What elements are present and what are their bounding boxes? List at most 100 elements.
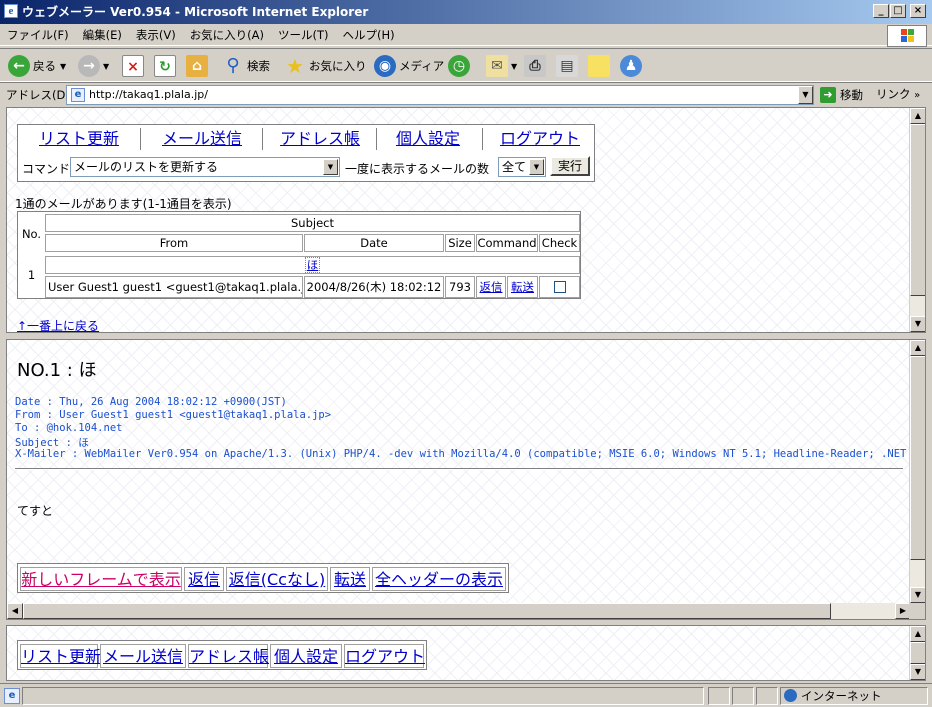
subject-link[interactable]: ほ (304, 257, 321, 273)
row-forward-cell: 転送 (507, 276, 538, 298)
zone-label: インターネット (801, 689, 882, 703)
close-button[interactable]: × (910, 4, 926, 18)
back-to-top-link[interactable]: ↑一番上に戻る (17, 317, 99, 332)
ie-logo-icon: e (4, 4, 18, 18)
new-frame-link[interactable]: 新しいフレームで表示 (20, 567, 182, 591)
scroll-thumb[interactable] (910, 356, 925, 560)
reply-nocc-link[interactable]: 返信(Ccなし) (226, 567, 328, 591)
command-select[interactable]: メールのリストを更新する ▼ (70, 157, 340, 177)
forward-arrow-icon: → (78, 55, 100, 77)
nav-settings-link[interactable]: 個人設定 (382, 128, 474, 150)
command-label: コマンド (22, 162, 71, 176)
nav-settings-link[interactable]: 個人設定 (270, 644, 342, 668)
address-dropdown-icon[interactable]: ▼ (798, 86, 813, 104)
page-status-icon: e (4, 688, 20, 704)
all-headers-link[interactable]: 全ヘッダーの表示 (372, 567, 506, 591)
refresh-button[interactable]: ↻ (154, 53, 179, 79)
print-button[interactable]: ⎙ (524, 53, 549, 79)
favorites-button[interactable]: ★ お気に入り (284, 53, 367, 79)
status-text-panel (22, 687, 704, 705)
globe-icon (784, 689, 797, 702)
nav-logout-link[interactable]: ログアウト (488, 128, 592, 150)
back-label: 戻る (33, 59, 56, 73)
scroll-thumb[interactable] (910, 124, 925, 296)
history-icon: ◷ (448, 55, 470, 77)
links-button[interactable]: リンク » (876, 86, 920, 102)
message-frame-scrollbar[interactable]: ▲ ▼ (909, 340, 925, 603)
menu-file[interactable]: ファイル(F) (0, 24, 76, 46)
nav-addressbook-link[interactable]: アドレス帳 (188, 644, 269, 668)
forward-link[interactable]: 転送 (330, 567, 370, 591)
search-button[interactable]: ⚲ 検索 (222, 53, 270, 79)
scroll-up-icon[interactable]: ▲ (910, 108, 925, 124)
scroll-thumb[interactable] (910, 642, 925, 664)
message-title: NO.1 : ほ (17, 360, 97, 381)
count-label: 一度に表示するメールの数 (345, 162, 490, 176)
message-frame-hscrollbar[interactable]: ◀ ▶ (7, 603, 911, 619)
forward-button[interactable]: → ▼ (78, 53, 109, 79)
row-from: User Guest1 guest1 <guest1@takaq1.plala.… (45, 276, 303, 298)
favorites-label: お気に入り (309, 59, 367, 73)
chevron-down-icon: ▼ (529, 159, 544, 175)
menu-edit[interactable]: 編集(E) (76, 24, 129, 46)
menu-favorites[interactable]: お気に入り(A) (183, 24, 271, 46)
media-icon: ◉ (374, 55, 396, 77)
minimize-button[interactable]: _ (873, 4, 889, 18)
row-size: 793 (445, 276, 475, 298)
reply-link[interactable]: 返信 (480, 280, 503, 294)
messenger-button[interactable]: ♟ (620, 53, 645, 79)
count-select[interactable]: 全て ▼ (498, 157, 546, 177)
print-icon: ⎙ (524, 55, 546, 77)
mail-count-text: 1通のメールがあります(1-1通目を表示) (15, 197, 232, 211)
row-no: 1 (27, 268, 36, 282)
menu-help[interactable]: ヘルプ(H) (336, 24, 402, 46)
media-button[interactable]: ◉ メディア (374, 53, 444, 79)
menu-view[interactable]: 表示(V) (129, 24, 183, 46)
nav-refresh-link[interactable]: リスト更新 (24, 128, 134, 150)
stop-button[interactable]: × (122, 53, 147, 79)
header-check: Check (539, 234, 580, 252)
maximize-button[interactable]: □ (890, 4, 906, 18)
status-panel (732, 687, 754, 705)
nav-addressbook-link[interactable]: アドレス帳 (268, 128, 372, 150)
messenger-icon: ♟ (620, 55, 642, 77)
back-button[interactable]: ← 戻る ▼ (8, 53, 66, 79)
hscroll-thumb[interactable] (23, 603, 831, 619)
header-no: No. (21, 227, 42, 241)
run-button[interactable]: 実行 (550, 156, 590, 176)
discuss-button[interactable] (588, 53, 613, 79)
forward-link[interactable]: 転送 (511, 280, 534, 294)
row-subject[interactable]: ほ (45, 256, 580, 274)
mail-icon: ✉ (486, 55, 508, 77)
status-panel (756, 687, 778, 705)
status-bar: e インターネット (0, 683, 932, 707)
edit-button[interactable]: ▤ (556, 53, 581, 79)
nav-send-link[interactable]: メール送信 (100, 644, 186, 668)
history-button[interactable]: ◷ (448, 53, 473, 79)
scroll-left-icon[interactable]: ◀ (7, 603, 23, 619)
mail-button[interactable]: ✉ ▼ (486, 53, 517, 79)
nav-refresh-link[interactable]: リスト更新 (20, 644, 101, 668)
reply-link[interactable]: 返信 (184, 567, 224, 591)
home-button[interactable]: ⌂ (186, 53, 211, 79)
menu-tools[interactable]: ツール(T) (271, 24, 336, 46)
bottom-frame-scrollbar[interactable]: ▲ ▼ (909, 626, 925, 680)
toolbar: ← 戻る ▼ → ▼ × ↻ ⌂ ⚲ 検索 ★ お気に入り ◉ メディア ◷ ✉ ▼ … (0, 48, 932, 82)
row-reply-cell: 返信 (476, 276, 506, 298)
edit-icon: ▤ (556, 55, 578, 77)
nav-send-link[interactable]: メール送信 (146, 128, 258, 150)
header-size: Size (445, 234, 475, 252)
list-frame: リスト更新 メール送信 アドレス帳 個人設定 ログアウト コマンド メールのリス… (6, 107, 926, 333)
nav-logout-link[interactable]: ログアウト (344, 644, 425, 668)
scroll-down-icon[interactable]: ▼ (910, 316, 925, 332)
address-input[interactable]: e http://takaq1.plala.jp/ (66, 85, 814, 105)
scroll-down-icon[interactable]: ▼ (910, 664, 925, 680)
go-button[interactable]: ➜ 移動 (820, 85, 863, 105)
scroll-down-icon[interactable]: ▼ (910, 587, 925, 603)
scroll-up-icon[interactable]: ▲ (910, 340, 925, 356)
back-arrow-icon: ← (8, 55, 30, 77)
message-actions: 新しいフレームで表示 返信 返信(Ccなし) 転送 全ヘッダーの表示 (17, 563, 509, 593)
scroll-up-icon[interactable]: ▲ (910, 626, 925, 642)
list-frame-scrollbar[interactable]: ▲ ▼ (909, 108, 925, 332)
row-checkbox[interactable] (553, 281, 566, 293)
